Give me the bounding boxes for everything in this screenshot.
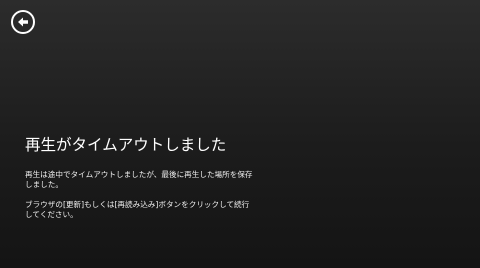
- error-message-reload: ブラウザの[更新]もしくは[再読み込み]ボタンをクリックして続行してください。: [25, 200, 250, 219]
- error-panel: 再生がタイムアウトしました 再生は途中でタイムアウトしましたが、最後に再生した場…: [25, 135, 465, 220]
- error-message-resume: 再生は途中でタイムアウトしましたが、最後に再生した場所を保存しました。: [25, 170, 253, 189]
- arrow-left-icon: [18, 17, 28, 27]
- error-title: 再生がタイムアウトしました: [25, 136, 227, 154]
- back-button[interactable]: [11, 10, 35, 34]
